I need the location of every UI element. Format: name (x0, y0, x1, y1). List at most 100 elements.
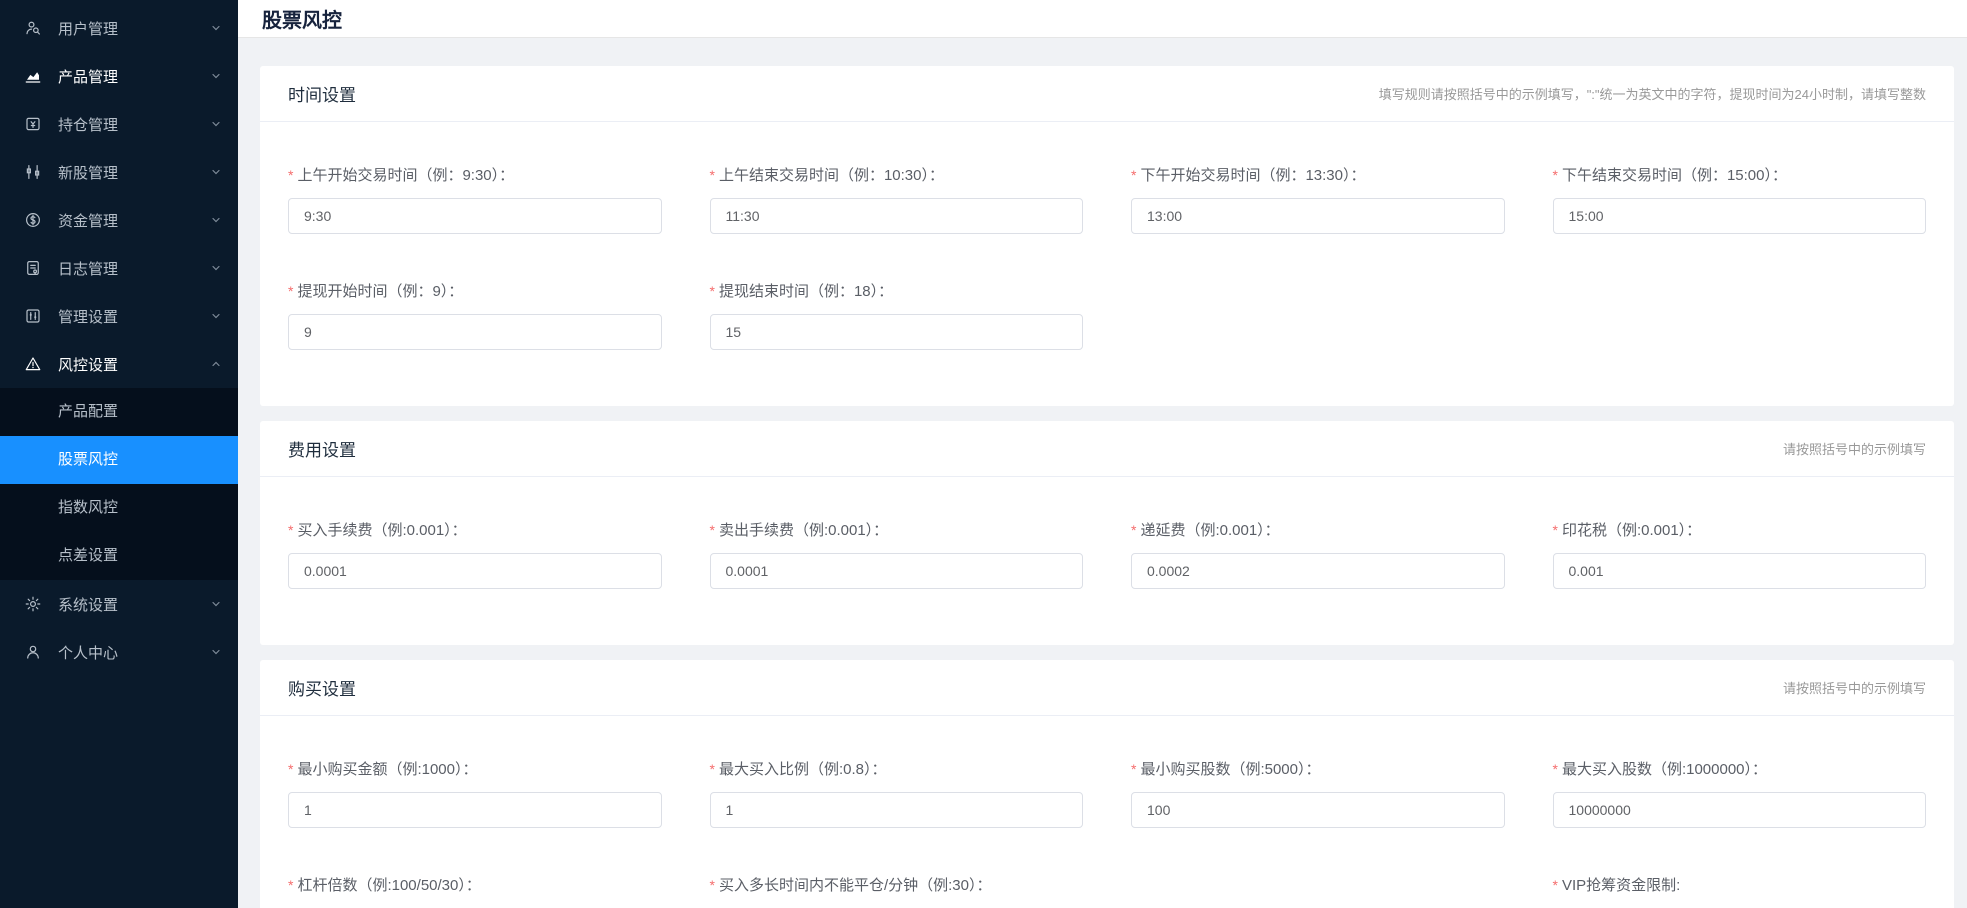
page-title: 股票风控 (262, 4, 342, 33)
field-label: *杠杆倍数（例:100/50/30）： (288, 874, 662, 895)
sidebar-item-spread-settings[interactable]: 点差设置 (0, 532, 238, 580)
section-header: 费用设置 请按照括号中的示例填写 (260, 421, 1954, 477)
section-note: 请按照括号中的示例填写 (1783, 439, 1926, 458)
sidebar-item-label: 系统设置 (58, 594, 118, 615)
field-label: *下午结束交易时间（例：15:00）： (1553, 164, 1927, 185)
sidebar-item-label: 产品管理 (58, 66, 118, 87)
person-icon (24, 643, 42, 661)
field-label: *最大买入比例（例:0.8）： (710, 758, 1084, 779)
sidebar-item-product-config[interactable]: 产品配置 (0, 388, 238, 436)
app-root: 用户管理 产品管理 持仓管理 (0, 0, 1967, 908)
field-leverage-multiple: *杠杆倍数（例:100/50/30）： (288, 874, 662, 908)
sidebar-item-product-management[interactable]: 产品管理 (0, 52, 238, 100)
page-content: 时间设置 填写规则请按照括号中的示例填写，":"统一为英文中的字符，提现时间为2… (238, 38, 1967, 908)
section-fee-settings: 费用设置 请按照括号中的示例填写 *买入手续费（例:0.001）： *卖出手续费… (260, 421, 1954, 645)
chevron-down-icon (210, 70, 222, 82)
required-asterisk: * (1553, 761, 1558, 777)
max-buy-shares-input[interactable] (1553, 792, 1927, 828)
section-header: 购买设置 请按照括号中的示例填写 (260, 660, 1954, 716)
field-sell-fee: *卖出手续费（例:0.001）： (710, 519, 1084, 589)
field-morning-close-time: *上午结束交易时间（例：10:30）： (710, 164, 1084, 234)
required-asterisk: * (1553, 877, 1558, 893)
chevron-down-icon (210, 22, 222, 34)
page-header: 股票风控 (238, 0, 1967, 38)
dollar-circle-icon (24, 211, 42, 229)
withdraw-start-time-input[interactable] (288, 314, 662, 350)
required-asterisk: * (710, 877, 715, 893)
required-asterisk: * (288, 283, 293, 299)
required-asterisk: * (1131, 522, 1136, 538)
min-buy-amount-input[interactable] (288, 792, 662, 828)
afternoon-open-time-input[interactable] (1131, 198, 1505, 234)
section-body: *上午开始交易时间（例：9:30）： *上午结束交易时间（例：10:30）： *… (260, 122, 1954, 406)
sidebar-item-system-settings[interactable]: 系统设置 (0, 580, 238, 628)
sidebar-item-user-management[interactable]: 用户管理 (0, 4, 238, 52)
required-asterisk: * (710, 283, 715, 299)
sidebar-item-management-settings[interactable]: 管理设置 (0, 292, 238, 340)
sidebar-item-ipo-management[interactable]: 新股管理 (0, 148, 238, 196)
required-asterisk: * (710, 167, 715, 183)
field-label: *上午结束交易时间（例：10:30）： (710, 164, 1084, 185)
sidebar-item-label: 新股管理 (58, 162, 118, 183)
section-title: 购买设置 (288, 675, 356, 700)
field-label: *下午开始交易时间（例：13:30）： (1131, 164, 1505, 185)
section-purchase-settings: 购买设置 请按照括号中的示例填写 *最小购买金额（例:1000）： *最大买入比… (260, 660, 1954, 908)
field-label: *最大买入股数（例:1000000）： (1553, 758, 1927, 779)
required-asterisk: * (288, 877, 293, 893)
withdraw-end-time-input[interactable] (710, 314, 1084, 350)
position-icon (24, 115, 42, 133)
field-label: *买入手续费（例:0.001）： (288, 519, 662, 540)
sidebar-item-risk-settings[interactable]: 风控设置 (0, 340, 238, 388)
required-asterisk: * (710, 761, 715, 777)
buy-fee-input[interactable] (288, 553, 662, 589)
gear-icon (24, 595, 42, 613)
sidebar-item-fund-management[interactable]: 资金管理 (0, 196, 238, 244)
chevron-down-icon (210, 646, 222, 658)
sidebar-item-label: 风控设置 (58, 354, 118, 375)
sidebar-item-index-risk[interactable]: 指数风控 (0, 484, 238, 532)
user-search-icon (24, 19, 42, 37)
sidebar-item-personal-center[interactable]: 个人中心 (0, 628, 238, 676)
required-asterisk: * (288, 167, 293, 183)
sidebar-item-label: 管理设置 (58, 306, 118, 327)
required-asterisk: * (710, 522, 715, 538)
sell-fee-input[interactable] (710, 553, 1084, 589)
chevron-down-icon (210, 214, 222, 226)
field-min-buy-shares: *最小购买股数（例:5000）： (1131, 758, 1505, 828)
field-no-close-minutes: *买入多长时间内不能平仓/分钟（例:30）： (710, 874, 1505, 908)
section-body: *最小购买金额（例:1000）： *最大买入比例（例:0.8）： *最小购买股数… (260, 716, 1954, 908)
chart-icon (24, 67, 42, 85)
min-buy-shares-input[interactable] (1131, 792, 1505, 828)
deferred-fee-input[interactable] (1131, 553, 1505, 589)
morning-close-time-input[interactable] (710, 198, 1084, 234)
field-label: *提现结束时间（例：18）： (710, 280, 1084, 301)
sidebar-item-stock-risk[interactable]: 股票风控 (0, 436, 238, 484)
field-vip-fund-limit: *VIP抢筹资金限制: (1553, 874, 1927, 908)
morning-open-time-input[interactable] (288, 198, 662, 234)
chevron-up-icon (210, 358, 222, 370)
sidebar-item-label: 日志管理 (58, 258, 118, 279)
sidebar-item-label: 用户管理 (58, 18, 118, 39)
field-morning-open-time: *上午开始交易时间（例：9:30）： (288, 164, 662, 234)
section-title: 时间设置 (288, 81, 356, 106)
field-max-buy-ratio: *最大买入比例（例:0.8）： (710, 758, 1084, 828)
field-label: *最小购买股数（例:5000）： (1131, 758, 1505, 779)
section-note: 填写规则请按照括号中的示例填写，":"统一为英文中的字符，提现时间为24小时制，… (1379, 84, 1926, 103)
sidebar-item-label: 持仓管理 (58, 114, 118, 135)
max-buy-ratio-input[interactable] (710, 792, 1084, 828)
log-document-icon (24, 259, 42, 277)
sidebar-item-label: 资金管理 (58, 210, 118, 231)
required-asterisk: * (1553, 167, 1558, 183)
sidebar-item-log-management[interactable]: 日志管理 (0, 244, 238, 292)
field-max-buy-shares: *最大买入股数（例:1000000）： (1553, 758, 1927, 828)
section-header: 时间设置 填写规则请按照括号中的示例填写，":"统一为英文中的字符，提现时间为2… (260, 66, 1954, 122)
sidebar-item-position-management[interactable]: 持仓管理 (0, 100, 238, 148)
field-label: *卖出手续费（例:0.001）： (710, 519, 1084, 540)
sidebar-item-label: 个人中心 (58, 642, 118, 663)
stamp-tax-input[interactable] (1553, 553, 1927, 589)
required-asterisk: * (288, 761, 293, 777)
required-asterisk: * (288, 522, 293, 538)
field-min-buy-amount: *最小购买金额（例:1000）： (288, 758, 662, 828)
afternoon-close-time-input[interactable] (1553, 198, 1927, 234)
section-time-settings: 时间设置 填写规则请按照括号中的示例填写，":"统一为英文中的字符，提现时间为2… (260, 66, 1954, 406)
